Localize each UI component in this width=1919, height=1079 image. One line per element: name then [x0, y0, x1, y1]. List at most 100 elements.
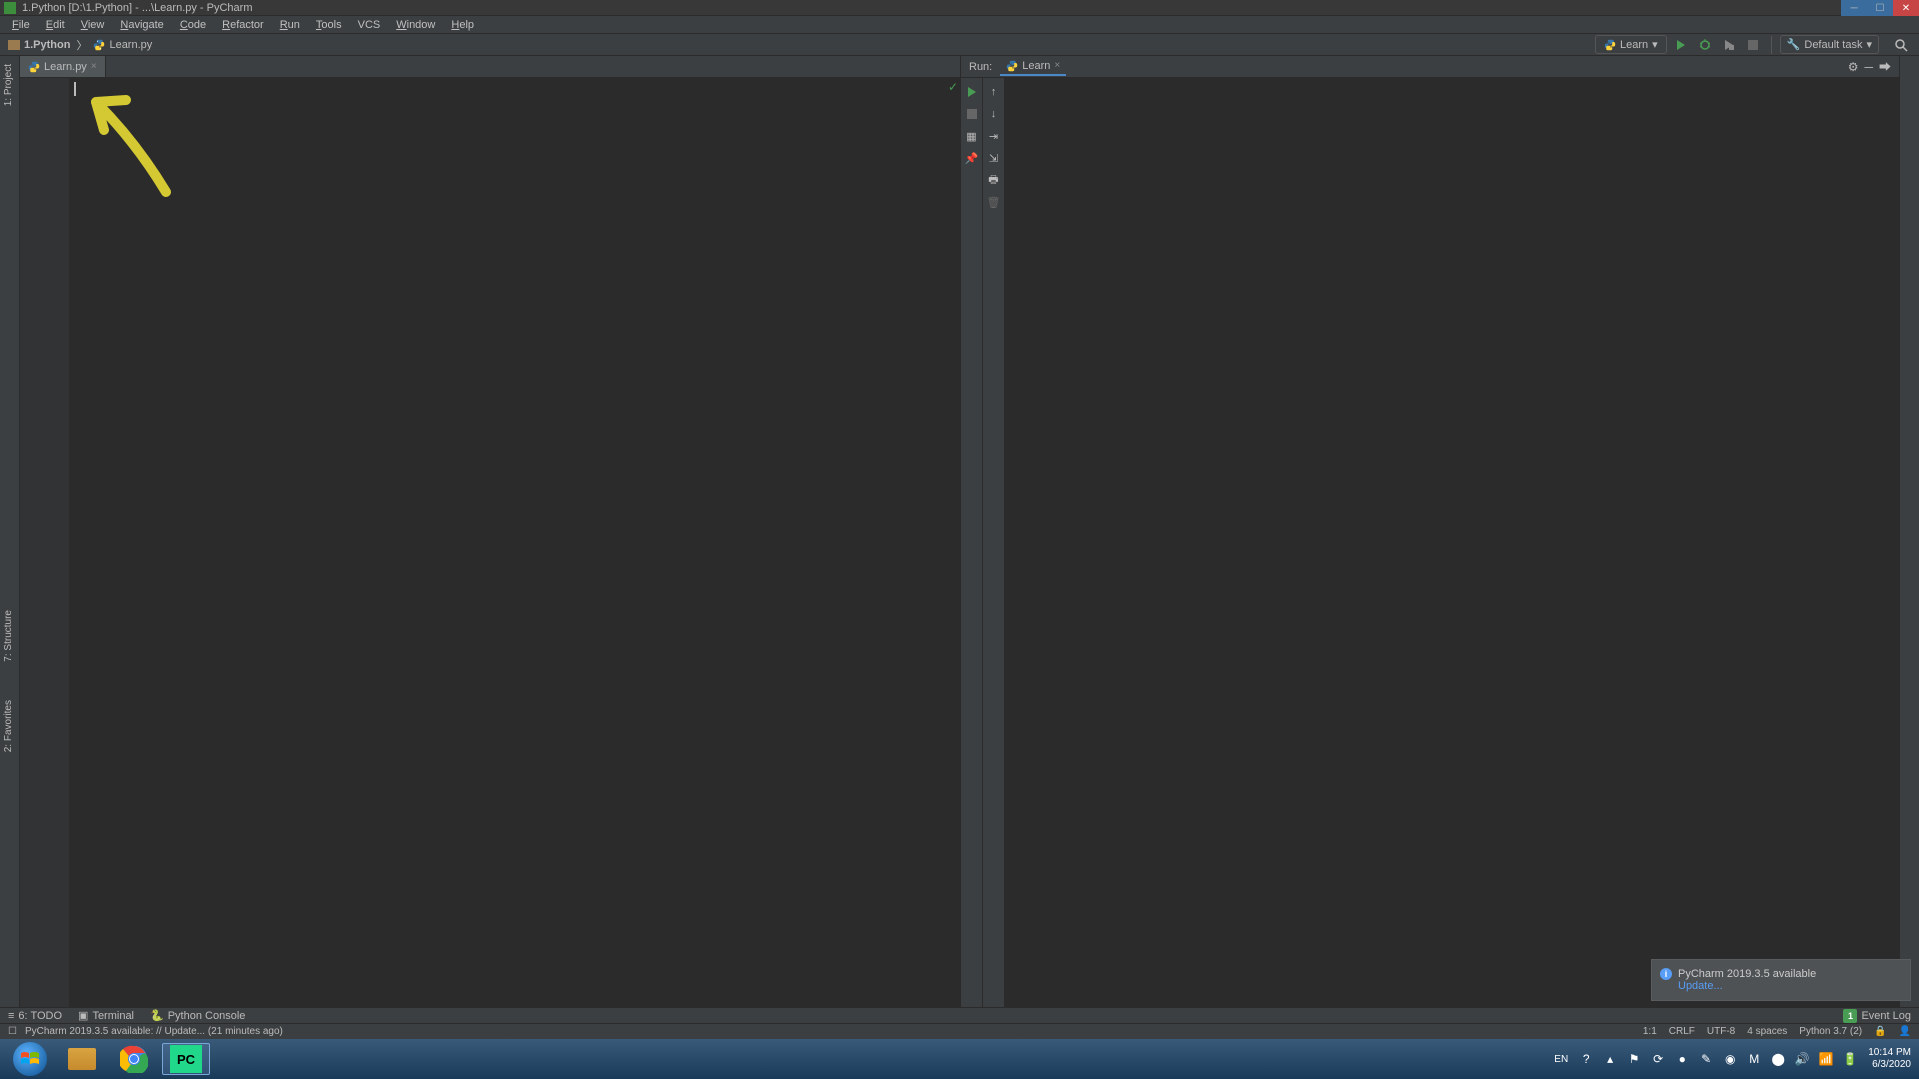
python-console-tool-button[interactable]: 🐍Python Console	[150, 1009, 245, 1022]
menu-code[interactable]: Code	[172, 19, 214, 31]
stop-button[interactable]	[1743, 35, 1763, 55]
run-tool-window: Run: Learn × ⚙ ─ ⮕ ▦ 📌 ↑	[960, 56, 1899, 1007]
tray-mail-icon[interactable]: M	[1746, 1051, 1762, 1067]
breadcrumb-file[interactable]: Learn.py	[93, 39, 152, 51]
taskbar-explorer[interactable]	[58, 1043, 106, 1075]
window-maximize-button[interactable]: ☐	[1867, 0, 1893, 16]
python-icon	[1006, 60, 1018, 72]
print-button[interactable]: 🖶	[986, 172, 1002, 188]
indent-settings[interactable]: 4 spaces	[1747, 1026, 1787, 1037]
run-toolbar-left: ▦ 📌	[961, 78, 983, 1007]
tray-battery-icon[interactable]: 🔋	[1842, 1051, 1858, 1067]
status-bar: ☐ PyCharm 2019.3.5 available: // Update.…	[0, 1023, 1919, 1039]
close-run-tab-icon[interactable]: ×	[1054, 60, 1060, 71]
pin-button[interactable]: 📌	[964, 150, 980, 166]
project-tool-button[interactable]: 1: Project	[3, 60, 14, 110]
taskbar-clock[interactable]: 10:14 PM 6/3/2020	[1868, 1047, 1911, 1071]
tray-help-icon[interactable]: ?	[1578, 1051, 1594, 1067]
python-interpreter[interactable]: Python 3.7 (2)	[1799, 1026, 1862, 1037]
editor-cursor	[74, 82, 76, 96]
run-button[interactable]	[1671, 35, 1691, 55]
tray-network-icon[interactable]: 📶	[1818, 1051, 1834, 1067]
window-minimize-button[interactable]: ─	[1841, 0, 1867, 16]
rerun-button[interactable]	[964, 84, 980, 100]
clock-date: 6/3/2020	[1868, 1059, 1911, 1071]
status-message[interactable]: PyCharm 2019.3.5 available: // Update...…	[25, 1026, 283, 1037]
file-encoding[interactable]: UTF-8	[1707, 1026, 1735, 1037]
menu-vcs[interactable]: VCS	[350, 19, 389, 31]
down-stack-button[interactable]: ↓	[986, 106, 1002, 122]
start-button[interactable]	[6, 1043, 54, 1075]
menu-view[interactable]: View	[73, 19, 113, 31]
window-title: 1.Python [D:\1.Python] - ...\Learn.py - …	[22, 2, 253, 14]
menu-tools[interactable]: Tools	[308, 19, 350, 31]
menu-navigate[interactable]: Navigate	[112, 19, 171, 31]
breadcrumb-project[interactable]: 1.Python	[8, 39, 70, 51]
update-notification[interactable]: i PyCharm 2019.3.5 available Update...	[1651, 959, 1911, 1001]
cursor-position[interactable]: 1:1	[1643, 1026, 1657, 1037]
tray-app4-icon[interactable]: ⬤	[1770, 1051, 1786, 1067]
menu-run[interactable]: Run	[272, 19, 308, 31]
code-area[interactable]	[70, 78, 960, 1007]
tray-app2-icon[interactable]: ✎	[1698, 1051, 1714, 1067]
info-icon: i	[1660, 968, 1672, 980]
up-stack-button[interactable]: ↑	[986, 84, 1002, 100]
notification-update-link[interactable]: Update...	[1678, 980, 1902, 992]
run-config-selector[interactable]: Learn ▾	[1595, 35, 1667, 54]
tray-sync-icon[interactable]: ⟳	[1650, 1051, 1666, 1067]
chevron-down-icon: ▾	[1866, 38, 1872, 51]
favorites-tool-button[interactable]: 2: Favorites	[3, 696, 14, 756]
editor-body[interactable]: ✓	[20, 78, 960, 1007]
taskbar-pycharm[interactable]: PC	[162, 1043, 210, 1075]
run-settings-icon[interactable]: ⚙	[1848, 60, 1859, 74]
layout-button[interactable]: ▦	[964, 128, 980, 144]
tray-action-center-icon[interactable]: ⚑	[1626, 1051, 1642, 1067]
run-output-area[interactable]	[1005, 78, 1899, 1007]
clear-all-button[interactable]: 🗑	[986, 194, 1002, 210]
structure-tool-button[interactable]: 7: Structure	[3, 606, 14, 666]
menu-refactor[interactable]: Refactor	[214, 19, 272, 31]
stop-run-button[interactable]	[964, 106, 980, 122]
menu-help[interactable]: Help	[443, 19, 482, 31]
main-menubar: File Edit View Navigate Code Refactor Ru…	[0, 16, 1919, 34]
editor-tabs: Learn.py ×	[20, 56, 960, 78]
tray-show-hidden-icon[interactable]: ▴	[1602, 1051, 1618, 1067]
terminal-label: Terminal	[92, 1010, 134, 1022]
run-tab-learn[interactable]: Learn ×	[1000, 58, 1066, 76]
soft-wrap-button[interactable]: ⇥	[986, 128, 1002, 144]
menu-window[interactable]: Window	[388, 19, 443, 31]
tray-app1-icon[interactable]: ●	[1674, 1051, 1690, 1067]
notification-title-text: PyCharm 2019.3.5 available	[1678, 968, 1816, 980]
main-area: Learn.py × ✓ Run: Learn ×	[20, 56, 1899, 1007]
run-hide-icon[interactable]: ⮕	[1879, 58, 1891, 75]
menu-file[interactable]: File	[4, 19, 38, 31]
todo-icon: ≡	[8, 1010, 14, 1022]
editor-tab-learn[interactable]: Learn.py ×	[20, 56, 106, 77]
read-only-lock-icon[interactable]: 🔒	[1874, 1026, 1886, 1037]
taskbar-chrome[interactable]	[110, 1043, 158, 1075]
close-tab-icon[interactable]: ×	[91, 61, 97, 72]
search-everywhere-button[interactable]	[1891, 35, 1911, 55]
tray-app3-icon[interactable]: ◉	[1722, 1051, 1738, 1067]
python-file-icon	[93, 39, 105, 51]
inspection-ok-icon[interactable]: ✓	[948, 80, 958, 94]
todo-tool-button[interactable]: ≡6: TODO	[8, 1010, 62, 1022]
tray-volume-icon[interactable]: 🔊	[1794, 1051, 1810, 1067]
debug-button[interactable]	[1695, 35, 1715, 55]
breadcrumb-separator: 〉	[76, 37, 87, 53]
inspection-profile-icon[interactable]: 👤	[1899, 1026, 1911, 1037]
language-indicator[interactable]: EN	[1554, 1054, 1568, 1065]
scroll-to-end-button[interactable]: ⇲	[986, 150, 1002, 166]
system-tray: ? ▴ ⚑ ⟳ ● ✎ ◉ M ⬤ 🔊 📶 🔋	[1578, 1051, 1858, 1067]
run-minimize-icon[interactable]: ─	[1864, 60, 1873, 74]
terminal-tool-button[interactable]: ▣Terminal	[78, 1009, 134, 1022]
event-log-badge: 1	[1843, 1009, 1857, 1023]
default-task-selector[interactable]: 🔧 Default task ▾	[1780, 35, 1879, 54]
run-with-coverage-button[interactable]	[1719, 35, 1739, 55]
line-separator[interactable]: CRLF	[1669, 1026, 1695, 1037]
status-icon[interactable]: ☐	[8, 1026, 17, 1037]
menu-edit[interactable]: Edit	[38, 19, 73, 31]
event-log-tool-button[interactable]: 1 Event Log	[1843, 1009, 1911, 1023]
bottom-tool-bar: ≡6: TODO ▣Terminal 🐍Python Console 1 Eve…	[0, 1007, 1919, 1023]
window-close-button[interactable]: ✕	[1893, 0, 1919, 16]
